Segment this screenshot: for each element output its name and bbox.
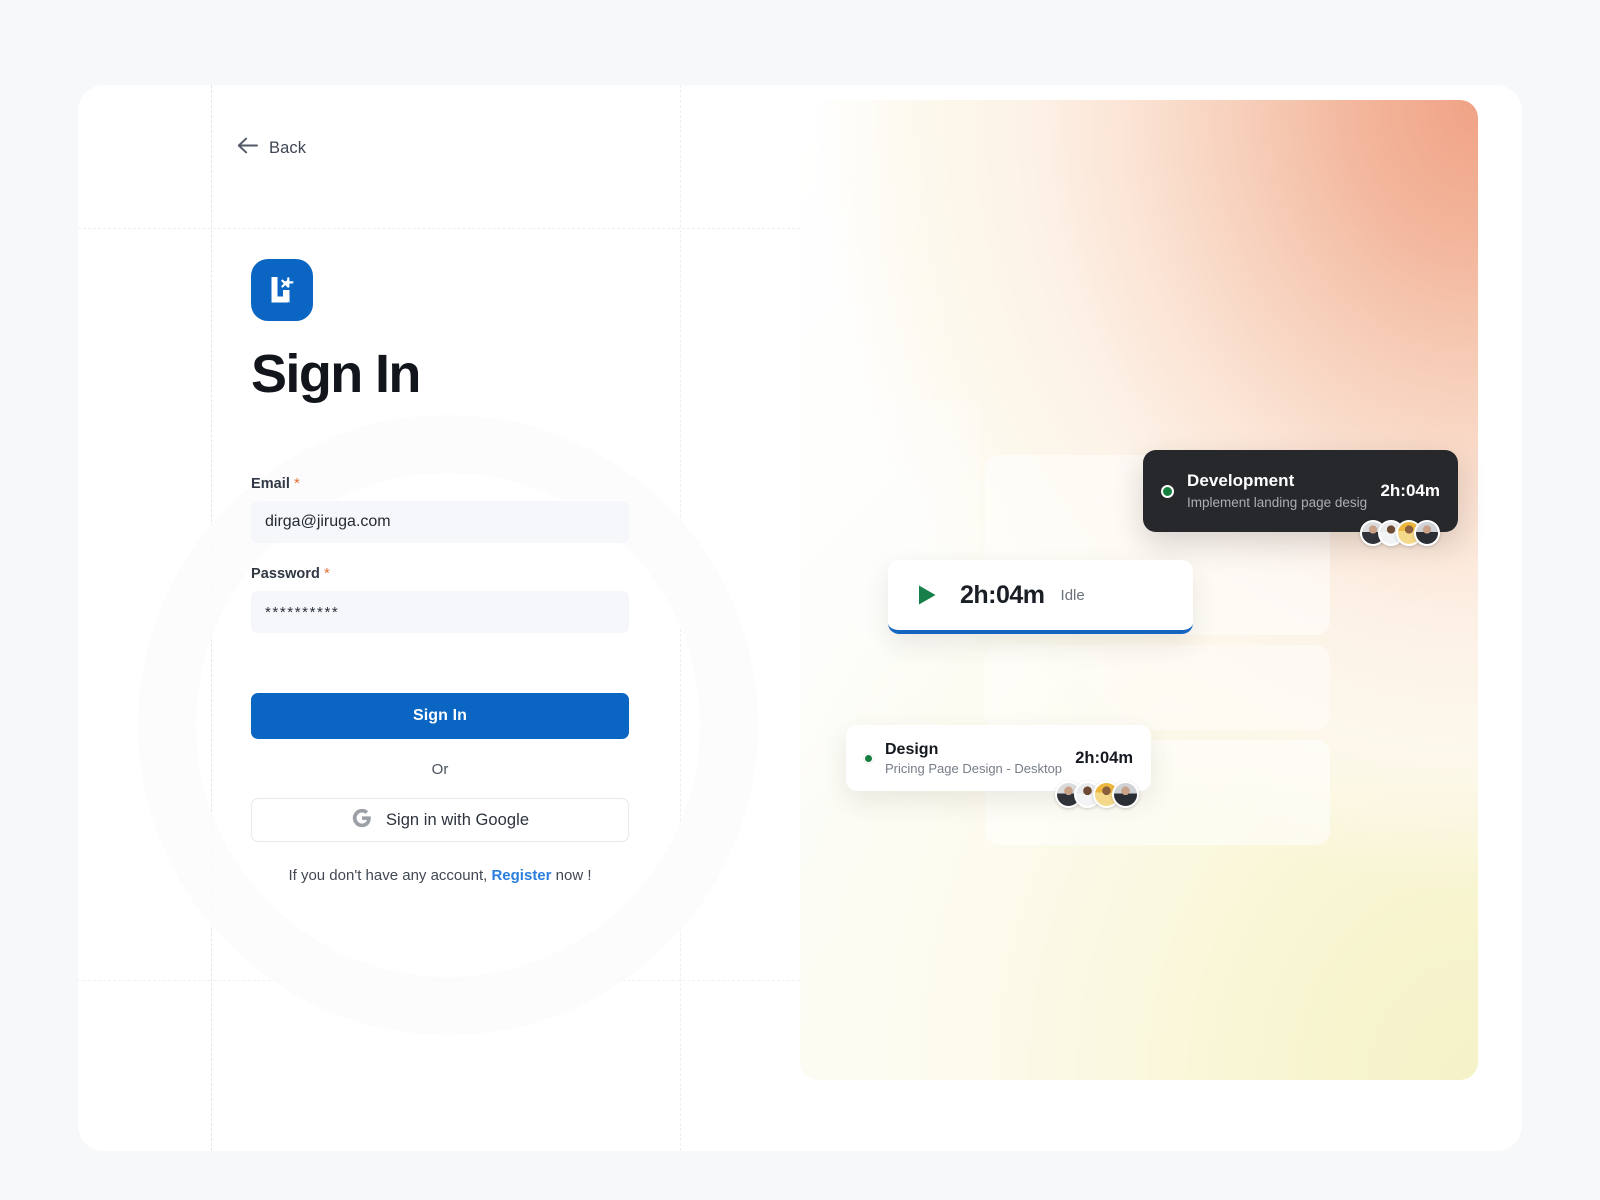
password-required-marker: * (324, 565, 330, 582)
avatar-group (1360, 520, 1440, 546)
design-card-subtitle: Pricing Page Design - Desktop (885, 761, 1063, 777)
design-card-title: Design (885, 740, 939, 758)
ghost-card (985, 645, 1330, 730)
development-card-time: 2h:04m (1380, 481, 1440, 500)
google-g-icon (351, 807, 373, 834)
password-label-text: Password (251, 566, 320, 582)
signin-panel: Back Sign In Email * dirga@jiruga.com Pa… (78, 85, 800, 1151)
design-card-text: Design Pricing Page Design - Desktop (885, 740, 1065, 776)
online-dot-icon (864, 753, 873, 763)
avatar (1414, 520, 1440, 546)
design-card-time: 2h:04m (1075, 748, 1133, 767)
email-label-text: Email (251, 476, 290, 492)
register-prompt-suffix: now ! (555, 867, 592, 884)
back-button[interactable]: Back (237, 137, 306, 159)
timer-status: Idle (1060, 586, 1085, 604)
sign-in-button[interactable]: Sign In (251, 693, 629, 739)
email-required-marker: * (294, 475, 300, 492)
register-link[interactable]: Register (491, 867, 551, 884)
app-logo (251, 259, 313, 321)
development-card-subtitle: Implement landing page design... (1187, 494, 1369, 510)
showcase-panel: Development Implement landing page desig… (800, 100, 1478, 1136)
sign-in-with-google-button[interactable]: Sign in with Google (251, 798, 629, 842)
app-logo-glyph (271, 277, 294, 303)
email-label: Email * (251, 475, 629, 492)
register-prompt: If you don't have any account, Register … (251, 867, 629, 884)
app-window: Back Sign In Email * dirga@jiruga.com Pa… (78, 85, 1522, 1151)
register-prompt-prefix: If you don't have any account, (288, 867, 488, 884)
back-label: Back (269, 138, 307, 157)
development-card-title: Development (1187, 471, 1295, 491)
development-task-card[interactable]: Development Implement landing page desig… (1143, 450, 1458, 546)
arrow-left-icon (237, 137, 258, 159)
online-dot-icon (1161, 484, 1174, 498)
page-title: Sign In (251, 344, 421, 404)
password-field[interactable] (251, 591, 629, 633)
design-task-card[interactable]: Design Pricing Page Design - Desktop 2h:… (846, 725, 1151, 808)
development-card-text: Development Implement landing page desig… (1187, 470, 1368, 511)
play-icon[interactable] (910, 578, 944, 612)
avatar-group (1055, 781, 1139, 808)
google-button-label: Sign in with Google (385, 810, 530, 829)
password-label: Password * (251, 565, 629, 582)
email-field[interactable] (251, 501, 629, 543)
timer-value: 2h:04m (960, 580, 1045, 609)
avatar (1112, 781, 1139, 808)
signin-form: Email * Password * Sign In Or (251, 475, 629, 884)
timer-card[interactable]: 2h:04m Idle (888, 560, 1193, 634)
or-divider-label: Or (431, 761, 449, 778)
